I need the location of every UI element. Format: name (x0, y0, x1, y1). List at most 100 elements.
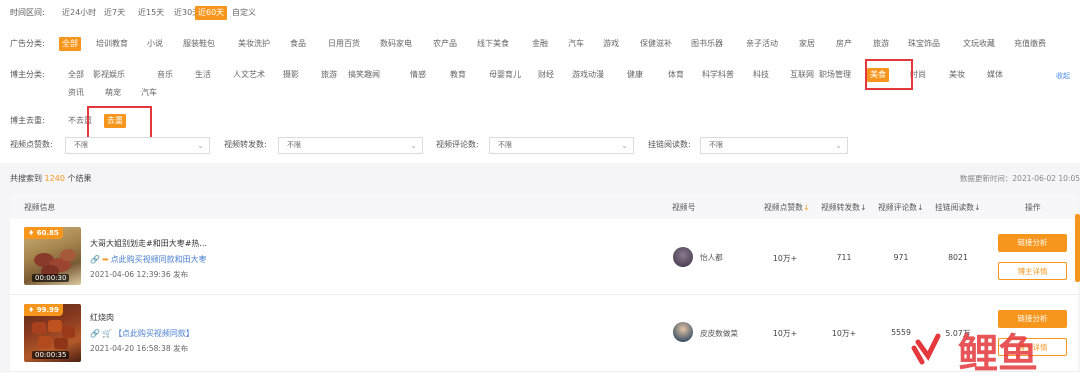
dedupe-filter-label: 博主去重: (10, 116, 45, 125)
blogger-option[interactable]: 健康 (624, 68, 646, 82)
blogger-option[interactable]: 影视娱乐 (90, 68, 128, 82)
time-option-custom[interactable]: 自定义 (229, 6, 259, 20)
sort-arrow-icon: ↓ (859, 203, 867, 212)
blogger-option[interactable]: 教育 (447, 68, 469, 82)
likes-dropdown[interactable]: 不限 ⌄ (65, 137, 210, 154)
blogger-option[interactable]: 全部 (65, 68, 87, 82)
collapse-link[interactable]: 收起 (1056, 71, 1070, 81)
ad-option[interactable]: 全部 (59, 37, 81, 51)
ad-option[interactable]: 珠宝饰品 (905, 37, 943, 51)
ad-option[interactable]: 充值缴费 (1011, 37, 1049, 51)
ad-option[interactable]: 图书乐器 (688, 37, 726, 51)
watermark-logo: 鲤鱼 (910, 322, 1080, 373)
ad-option[interactable]: 线下美食 (474, 37, 512, 51)
blogger-option[interactable]: 人文艺术 (230, 68, 268, 82)
ad-option[interactable]: 文玩收藏 (960, 37, 998, 51)
avatar[interactable] (673, 322, 693, 342)
product-link-text: 点此购买视频同款和田大枣 (110, 255, 207, 264)
blogger-option[interactable]: 情感 (407, 68, 429, 82)
reads-dropdown[interactable]: 不限 ⌄ (700, 137, 848, 154)
time-option-7d[interactable]: 近7天 (101, 6, 128, 20)
highlight-box-dedupe (87, 106, 152, 139)
chevron-down-icon: ⌄ (835, 141, 842, 150)
comments-dropdown[interactable]: 不限 ⌄ (489, 137, 634, 154)
scroll-indicator[interactable] (1075, 214, 1080, 282)
highlight-box-food (865, 59, 913, 90)
time-option-60d[interactable]: 近60天 (195, 6, 228, 20)
score-badge: ♦ 60.85 (24, 227, 63, 239)
ad-option[interactable]: 日用百货 (325, 37, 363, 51)
ad-option[interactable]: 食品 (287, 37, 309, 51)
avatar[interactable] (673, 247, 693, 267)
account-name[interactable]: 怡人都 (700, 252, 723, 263)
sort-arrow-icon: ↓ (916, 203, 924, 212)
ad-option[interactable]: 房产 (833, 37, 855, 51)
blogger-option[interactable]: 财经 (535, 68, 557, 82)
blogger-option[interactable]: 旅游 (318, 68, 340, 82)
ad-option[interactable]: 培训教育 (93, 37, 131, 51)
product-link[interactable]: 🔗 🛒 【点此购买视频同款】 (90, 328, 194, 339)
blogger-option[interactable]: 汽车 (138, 86, 160, 100)
blogger-detail-button[interactable]: 博主详情 (998, 262, 1067, 280)
ad-option[interactable]: 金融 (529, 37, 551, 51)
blogger-option[interactable]: 母婴育儿 (486, 68, 524, 82)
ad-option[interactable]: 旅游 (870, 37, 892, 51)
header-comments-label: 视频评论数 (878, 203, 917, 212)
blogger-option[interactable]: 萌宠 (102, 86, 124, 100)
shares-dropdown-value: 不限 (287, 141, 301, 149)
video-thumbnail[interactable]: ♦ 99.99 00:00:35 (24, 304, 81, 362)
ad-option[interactable]: 小说 (144, 37, 166, 51)
account-name[interactable]: 皮皮数做菜 (700, 328, 738, 339)
link-analysis-button[interactable]: 链接分析 (998, 234, 1067, 252)
ad-option[interactable]: 服装鞋包 (180, 37, 218, 51)
blogger-option[interactable]: 科技 (750, 68, 772, 82)
header-shares[interactable]: 视频转发数↓ (821, 202, 867, 213)
duration-badge: 00:00:35 (32, 351, 70, 359)
ad-option[interactable]: 汽车 (565, 37, 587, 51)
link-icon: 🔗 (90, 255, 100, 264)
blogger-option[interactable]: 生活 (192, 68, 214, 82)
result-count-text: 共搜索到 1240 个结果 (10, 173, 91, 184)
reads-value: 8021 (948, 253, 968, 262)
blogger-option[interactable]: 美妆 (946, 68, 968, 82)
blogger-option[interactable]: 职场管理 (816, 68, 854, 82)
blogger-option[interactable]: 体育 (665, 68, 687, 82)
video-title[interactable]: 红烧肉 (90, 312, 114, 323)
header-likes[interactable]: 视频点赞数↓ (764, 202, 810, 213)
blogger-option[interactable]: 搞笑趣闻 (345, 68, 383, 82)
ad-option[interactable]: 保健滋补 (637, 37, 675, 51)
ad-filter-row: 广告分类: 全部 培训教育 小说 服装鞋包 美妆洗护 食品 日用百货 数码家电 农产品 线下美食 金… (10, 37, 1080, 51)
score-value: 99.99 (36, 306, 59, 314)
blogger-option[interactable]: 科学科普 (699, 68, 737, 82)
blogger-option[interactable]: 音乐 (154, 68, 176, 82)
comments-dropdown-label: 视频评论数: (436, 140, 479, 149)
ad-option[interactable]: 数码家电 (377, 37, 415, 51)
header-comments[interactable]: 视频评论数↓ (878, 202, 924, 213)
ad-option[interactable]: 家居 (796, 37, 818, 51)
likes-dropdown-label: 视频点赞数: (10, 140, 53, 149)
blogger-option[interactable]: 摄影 (280, 68, 302, 82)
ad-option[interactable]: 亲子活动 (743, 37, 781, 51)
blogger-option[interactable]: 媒体 (984, 68, 1006, 82)
video-thumbnail[interactable]: ♦ 60.85 00:00:30 (24, 227, 81, 285)
product-link[interactable]: 🔗 ➥ 点此购买视频同款和田大枣 (90, 254, 207, 265)
header-ops: 操作 (1025, 203, 1041, 212)
header-likes-label: 视频点赞数 (764, 203, 803, 212)
video-title[interactable]: 大哥大姐别划走#和田大枣#热... (90, 238, 207, 249)
ad-option[interactable]: 游戏 (600, 37, 622, 51)
header-reads[interactable]: 挂链阅读数↓ (935, 202, 981, 213)
blogger-option[interactable]: 游戏动漫 (569, 68, 607, 82)
time-option-24h[interactable]: 近24小时 (59, 6, 99, 20)
table-row: ♦ 60.85 00:00:30 大哥大姐别划走#和田大枣#热... 🔗 ➥ 点此购… (10, 219, 1078, 295)
publish-date: 2021-04-20 16:58:38 发布 (90, 344, 189, 353)
ad-option[interactable]: 美妆洗护 (235, 37, 273, 51)
header-account: 视频号 (672, 203, 696, 212)
publish-date: 2021-04-06 12:39:36 发布 (90, 270, 189, 279)
time-option-15d[interactable]: 近15天 (135, 6, 167, 20)
shares-value: 10万+ (831, 329, 857, 338)
chevron-down-icon: ⌄ (621, 141, 628, 150)
shares-dropdown[interactable]: 不限 ⌄ (278, 137, 423, 154)
ad-option[interactable]: 农产品 (430, 37, 460, 51)
blogger-option[interactable]: 互联网 (787, 68, 817, 82)
blogger-option[interactable]: 资讯 (65, 86, 87, 100)
